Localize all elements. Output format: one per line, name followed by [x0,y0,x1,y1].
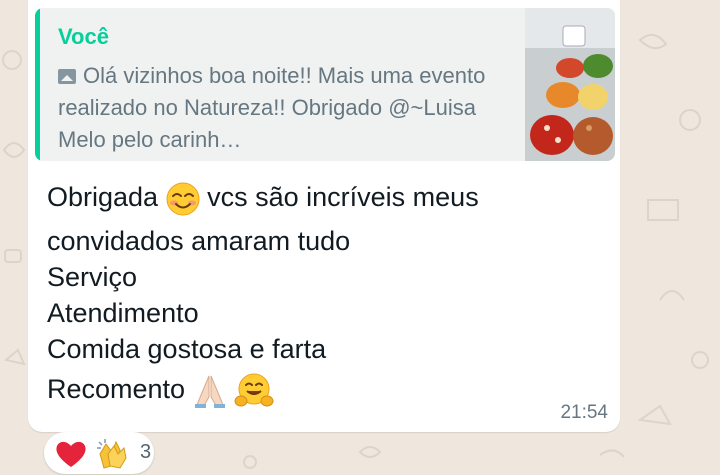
photo-icon [58,69,76,84]
message-timestamp: 21:54 [560,402,608,423]
message-line-4: Atendimento [47,298,199,328]
message-line-5: Comida gostosa e farta [47,334,327,364]
message-text-part: Obrigada [47,182,159,212]
message-line-6: Recomento [47,367,587,415]
quote-accent-bar [35,8,40,161]
message-line-2: convidados amaram tudo [47,226,351,256]
quoted-message-thumbnail [525,8,615,161]
message-text-part: vcs são incríveis meus [207,182,479,212]
message-line-1: Obrigada vcs são incríveis meus [47,175,587,223]
reaction-count: 3 [140,441,152,463]
smiling-face-icon [166,182,200,216]
quoted-message-text-block: Olá vizinhos boa noite!! Mais uma evento… [58,60,526,156]
quoted-message-text: Olá vizinhos boa noite!! Mais uma evento… [58,63,486,152]
red-heart-icon [56,441,86,467]
quoted-message-author: Você [58,24,109,49]
folded-hands-icon [194,375,225,408]
quoted-message[interactable]: Você Olá vizinhos boa noite!! Mais uma e… [35,8,615,161]
message-bubble[interactable]: Você Olá vizinhos boa noite!! Mais uma e… [28,0,620,432]
hugging-face-icon [234,373,274,407]
message-text-part: Recomento [47,374,186,404]
message-reactions[interactable]: 3 [44,432,154,474]
message-line-3: Serviço [47,262,138,292]
message-text: Obrigada vcs são incríveis meus convidad… [47,175,587,415]
clapping-hands-icon [97,439,127,469]
